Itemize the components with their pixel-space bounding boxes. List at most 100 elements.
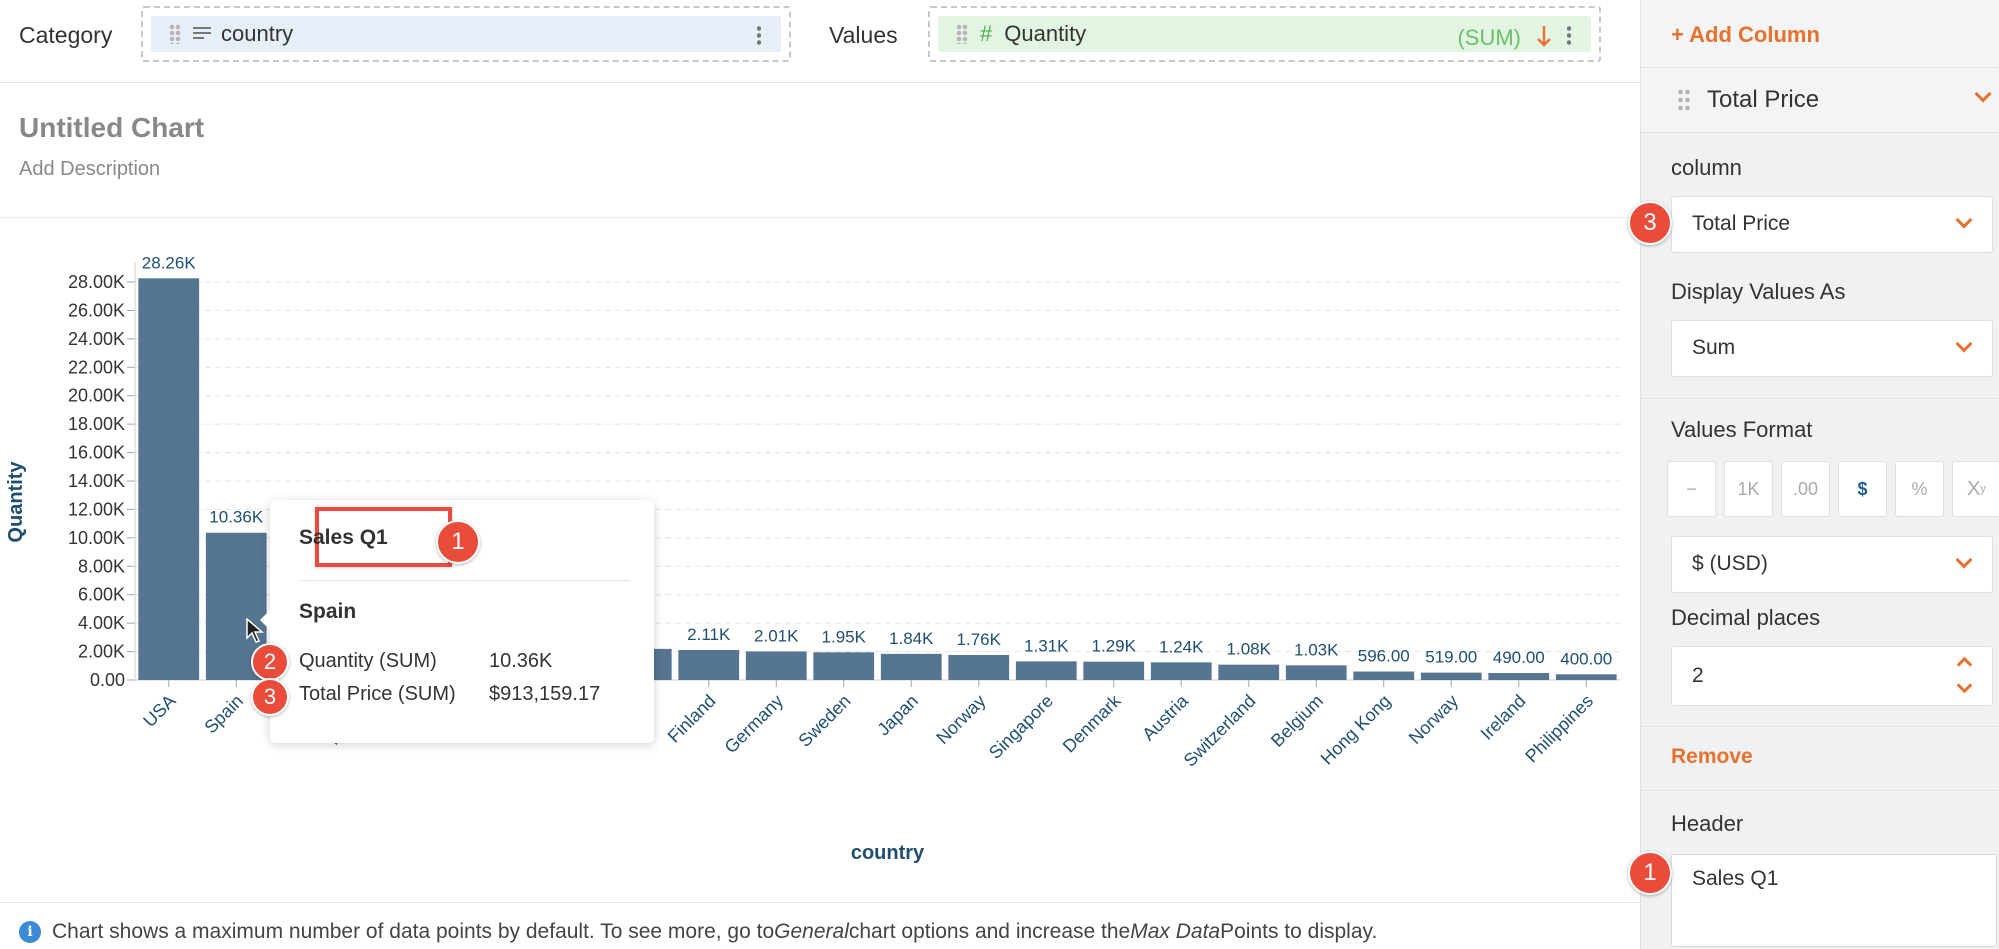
y-tick-label: 10.00K: [68, 528, 125, 548]
x-tick-label: Sweden: [794, 691, 854, 751]
more-options-icon[interactable]: [1567, 25, 1571, 47]
column-section-header[interactable]: Total Price: [1641, 68, 1999, 132]
format-thousands-button[interactable]: 1K: [1724, 461, 1773, 517]
values-field-name: Quantity: [1004, 21, 1087, 46]
info-note: i Chart shows a maximum number of data p…: [19, 920, 1377, 944]
bar: [948, 654, 1010, 680]
drag-handle-icon[interactable]: [1677, 88, 1691, 112]
add-column-button[interactable]: + Add Column: [1671, 22, 1820, 48]
y-tick-label: 26.00K: [68, 300, 125, 320]
remove-button[interactable]: Remove: [1671, 745, 1753, 769]
x-tick-label: Hong Kong: [1317, 691, 1395, 769]
drag-handle-icon[interactable]: [956, 24, 968, 44]
tooltip-category: Spain: [299, 600, 357, 623]
x-tick-label: Norway: [932, 691, 989, 748]
x-tick-label: Japan: [873, 691, 922, 740]
chevron-down-icon[interactable]: [1974, 85, 1992, 103]
bar: [1015, 661, 1077, 680]
decimal-places-label: Decimal places: [1671, 605, 1821, 630]
y-tick-label: 8.00K: [78, 556, 125, 576]
format-negative-button[interactable]: −: [1667, 461, 1716, 517]
info-text: Points to display.: [1220, 920, 1378, 943]
sort-descending-icon[interactable]: [1537, 25, 1551, 47]
y-tick-label: 24.00K: [68, 329, 125, 349]
column-section-title: Total Price: [1707, 86, 1820, 113]
y-tick-label: 6.00K: [78, 585, 125, 605]
chevron-up-icon[interactable]: [1956, 656, 1973, 673]
chart-title[interactable]: Untitled Chart: [19, 112, 204, 144]
currency-select[interactable]: $ (USD): [1671, 536, 1993, 593]
bar: [1150, 662, 1212, 680]
step-badge: 2: [251, 643, 289, 681]
y-tick-label: 28.00K: [68, 272, 125, 292]
values-pill[interactable]: # Quantity (SUM): [938, 16, 1591, 52]
data-label: 1.31K: [1024, 636, 1069, 655]
values-well[interactable]: # Quantity (SUM): [928, 6, 1601, 62]
chevron-down-icon: [1955, 551, 1973, 569]
x-tick-label: Denmark: [1059, 690, 1125, 756]
data-label: 2.01K: [754, 626, 799, 645]
header-input[interactable]: Sales Q1: [1671, 854, 1997, 947]
tooltip-divider: [299, 580, 630, 581]
bar: [1488, 673, 1550, 680]
tooltip-header: Sales Q1: [299, 526, 388, 549]
format-exponent-button[interactable]: Xy: [1952, 461, 1999, 517]
y-tick-label: 2.00K: [78, 642, 125, 662]
header-label: Header: [1671, 811, 1744, 836]
data-label: 1.08K: [1227, 640, 1272, 659]
decimal-places-input[interactable]: 2: [1671, 646, 1993, 706]
chart-description[interactable]: Add Description: [19, 158, 204, 181]
x-axis-title: country: [851, 842, 925, 864]
x-tick-label: Finland: [664, 691, 720, 747]
category-label: Category: [19, 22, 113, 48]
y-tick-label: 4.00K: [78, 613, 125, 633]
x-tick-label: Philippines: [1521, 691, 1597, 767]
data-label: 2.11K: [687, 625, 731, 644]
data-label: 596.00: [1358, 647, 1410, 666]
toolbar: Category country Values # Quantity (SUM): [0, 0, 1640, 83]
bar: [1083, 661, 1145, 680]
data-label: 400.00: [1560, 649, 1612, 668]
info-icon: i: [19, 921, 41, 943]
x-tick-label: Switzerland: [1180, 691, 1260, 771]
y-tick-label: 16.00K: [68, 443, 125, 463]
divider: [0, 902, 1640, 903]
decimal-places-value: 2: [1692, 664, 1704, 687]
data-label: 1.03K: [1294, 640, 1339, 659]
info-text: Chart shows a maximum number of data poi…: [52, 920, 775, 943]
divider: [0, 217, 1640, 218]
format-percent-button[interactable]: %: [1895, 461, 1944, 517]
text-field-icon: [193, 27, 211, 39]
bar: [138, 278, 200, 680]
display-values-select[interactable]: Sum: [1671, 320, 1993, 377]
category-pill[interactable]: country: [151, 16, 781, 52]
bar-chart: 0.00 2.00K 4.00K 6.00K 8.00K 10.00K 12.00K 14.0…: [5, 253, 1620, 864]
tooltip-row-value: $913,159.17: [489, 683, 601, 705]
tooltip-row-label: Total Price (SUM): [299, 683, 456, 705]
mouse-pointer-icon: [246, 618, 264, 643]
category-well[interactable]: country: [141, 6, 791, 62]
format-decimals-button[interactable]: .00: [1781, 461, 1830, 517]
data-label: 519.00: [1425, 648, 1477, 667]
column-select[interactable]: Total Price: [1671, 196, 1993, 253]
column-label: column: [1671, 155, 1742, 180]
bar: [1285, 665, 1347, 680]
y-tick-label: 0.00: [90, 670, 125, 690]
currency-select-value: $ (USD): [1692, 552, 1768, 575]
x-tick-label: Norway: [1405, 691, 1462, 748]
data-label: 1.95K: [822, 627, 867, 646]
values-format-label: Values Format: [1671, 417, 1813, 442]
bar: [1353, 671, 1415, 680]
chevron-down-icon[interactable]: [1956, 677, 1973, 694]
bar: [880, 653, 942, 680]
divider: [1641, 790, 1999, 791]
drag-handle-icon[interactable]: [169, 24, 181, 44]
aggregation-label: (SUM): [1457, 25, 1521, 50]
chevron-down-icon: [1955, 335, 1973, 353]
format-currency-button[interactable]: $: [1838, 461, 1887, 517]
values-label: Values: [829, 22, 898, 48]
number-field-icon: #: [980, 21, 993, 46]
more-options-icon[interactable]: [757, 25, 761, 47]
settings-panel: + Add Column Total Price column Total Pr…: [1640, 0, 1999, 949]
data-label: 1.84K: [889, 629, 934, 648]
